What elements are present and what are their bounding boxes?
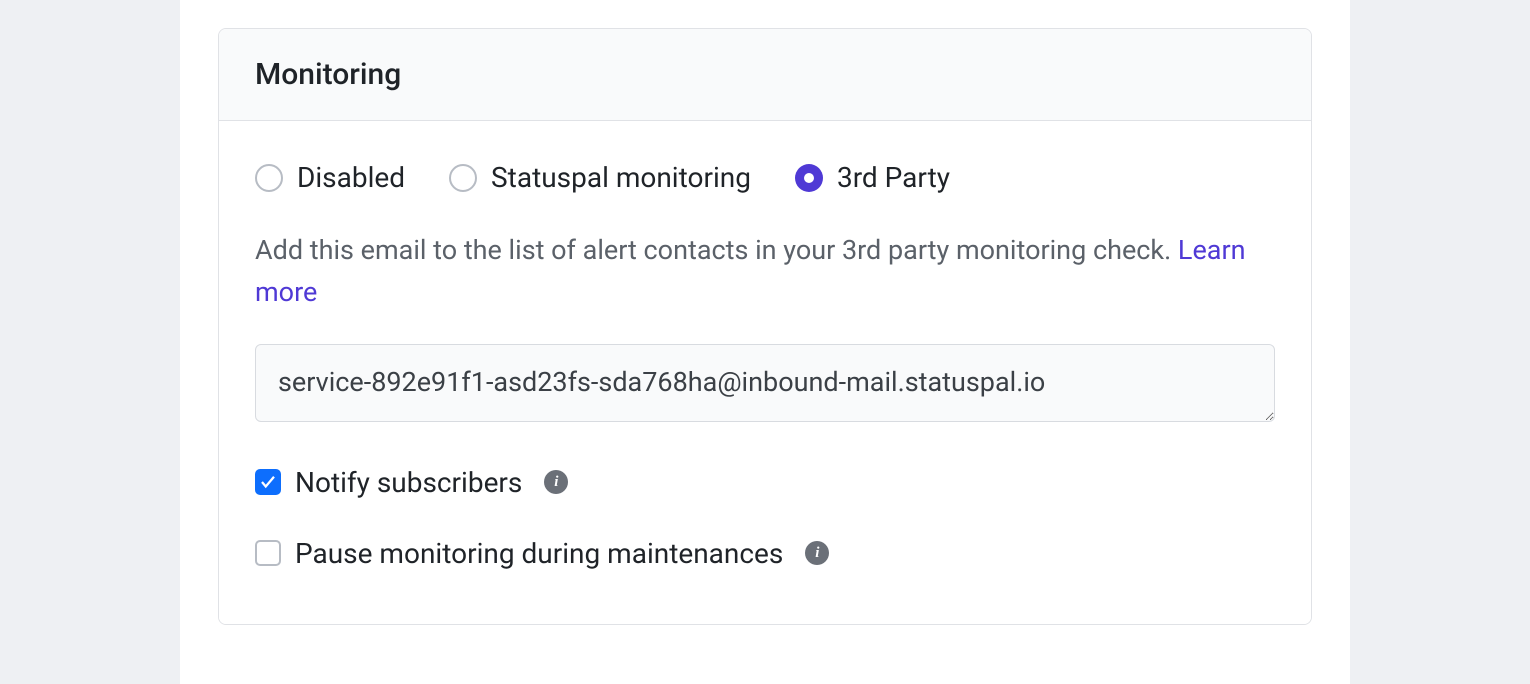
panel-header: Monitoring — [219, 29, 1311, 121]
page-background: Monitoring Disabled Statuspal monitoring… — [0, 0, 1530, 684]
radio-3rd-party-label: 3rd Party — [837, 161, 950, 194]
notify-subscribers-row: Notify subscribers i — [255, 466, 1275, 499]
alert-email-field[interactable] — [255, 344, 1275, 422]
radio-statuspal[interactable]: Statuspal monitoring — [449, 161, 751, 194]
pause-monitoring-label: Pause monitoring during maintenances — [295, 537, 783, 570]
description-pre: Add this email to the list of alert cont… — [255, 234, 1178, 266]
pause-monitoring-checkbox[interactable] — [255, 540, 281, 566]
info-icon[interactable]: i — [805, 541, 829, 565]
radio-disabled-label: Disabled — [297, 161, 405, 194]
radio-statuspal-label: Statuspal monitoring — [491, 161, 751, 194]
content-container: Monitoring Disabled Statuspal monitoring… — [180, 0, 1350, 684]
notify-subscribers-label: Notify subscribers — [295, 466, 522, 499]
monitoring-panel: Monitoring Disabled Statuspal monitoring… — [218, 28, 1312, 625]
radio-icon-selected — [795, 164, 823, 192]
email-field-wrap — [255, 344, 1275, 426]
monitoring-mode-radio-group: Disabled Statuspal monitoring 3rd Party — [255, 161, 1275, 194]
radio-icon — [255, 164, 283, 192]
panel-body: Disabled Statuspal monitoring 3rd Party … — [219, 121, 1311, 624]
radio-icon — [449, 164, 477, 192]
pause-monitoring-row: Pause monitoring during maintenances i — [255, 537, 1275, 570]
panel-title: Monitoring — [255, 57, 1275, 92]
description-text: Add this email to the list of alert cont… — [255, 230, 1275, 314]
radio-disabled[interactable]: Disabled — [255, 161, 405, 194]
notify-subscribers-checkbox[interactable] — [255, 469, 281, 495]
info-icon[interactable]: i — [544, 470, 568, 494]
check-icon — [259, 473, 277, 491]
radio-3rd-party[interactable]: 3rd Party — [795, 161, 950, 194]
